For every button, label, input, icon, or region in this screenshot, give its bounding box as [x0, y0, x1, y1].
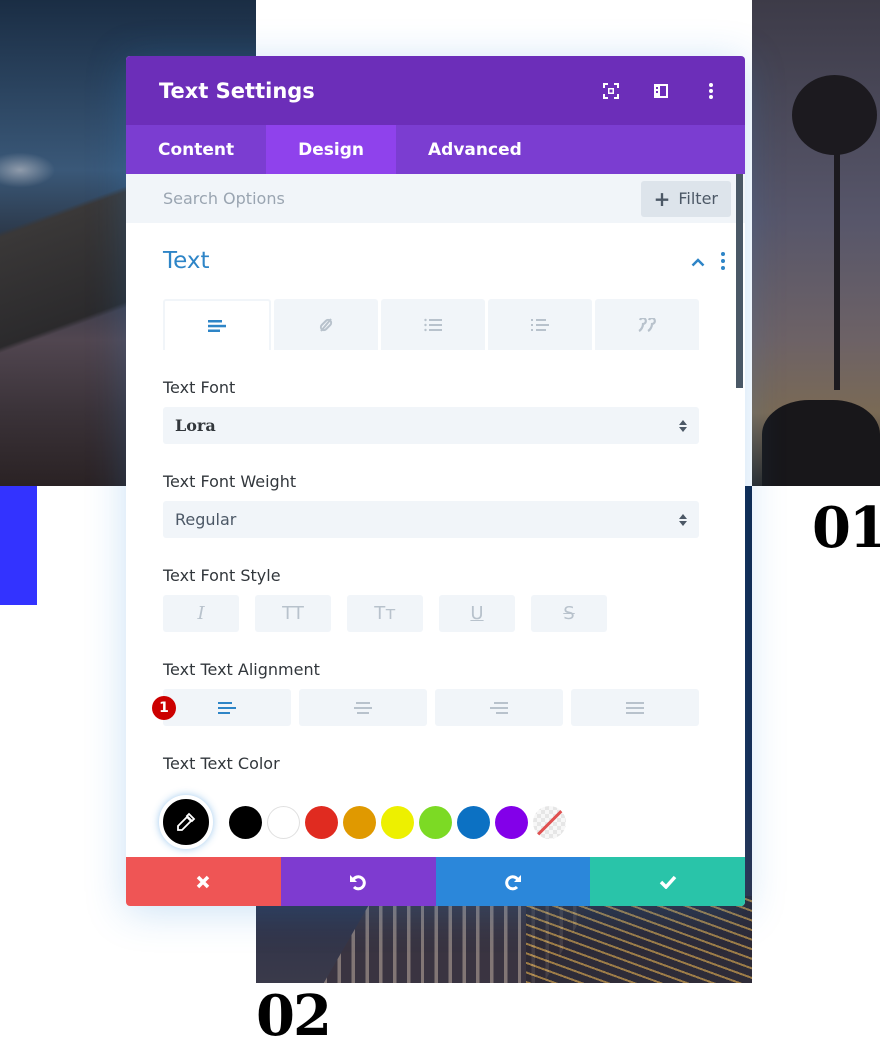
tab-design[interactable]: Design — [266, 125, 397, 174]
text-settings-modal: Text Settings Content Design Advanced + … — [126, 56, 745, 906]
subtab-text-align[interactable] — [163, 299, 271, 350]
fullscreen-icon[interactable] — [589, 69, 633, 113]
action-bar — [126, 857, 745, 906]
color-swatch-white[interactable] — [267, 805, 300, 839]
search-options-input[interactable] — [163, 189, 641, 208]
tab-bar: Content Design Advanced — [126, 125, 745, 174]
select-arrows-icon — [679, 513, 687, 526]
traffic-shape — [526, 896, 752, 983]
uppercase-icon: TT — [282, 603, 304, 624]
settings-content: Text Text Font Lora Text Font Weight Reg… — [126, 223, 745, 849]
text-alignment-label: Text Text Alignment — [163, 660, 320, 679]
align-justify-button[interactable] — [571, 689, 699, 726]
align-center-icon — [354, 701, 372, 714]
tab-content[interactable]: Content — [126, 125, 266, 174]
quote-icon — [638, 317, 656, 332]
align-left-icon — [218, 701, 236, 714]
select-arrows-icon — [679, 419, 687, 432]
align-center-button[interactable] — [299, 689, 427, 726]
text-subtabs — [163, 299, 699, 350]
text-font-weight-value: Regular — [175, 510, 237, 529]
chevron-up-icon[interactable] — [691, 252, 705, 271]
color-palette — [159, 795, 699, 849]
redo-button[interactable] — [435, 857, 591, 906]
search-row: + Filter — [126, 174, 745, 223]
bullet-list-icon — [424, 318, 442, 331]
section-more-icon[interactable] — [721, 252, 725, 270]
color-swatch-orange[interactable] — [343, 805, 376, 839]
sidebar-layout-icon[interactable] — [639, 69, 683, 113]
plus-icon: + — [653, 186, 671, 211]
link-icon — [319, 317, 333, 332]
italic-icon: I — [197, 603, 205, 624]
color-swatch-blue[interactable] — [457, 805, 490, 839]
palm-trunk — [834, 130, 840, 390]
heading-number-01: 01 — [812, 495, 880, 561]
capitalize-button[interactable]: Tт — [347, 595, 423, 632]
undo-icon — [350, 874, 366, 890]
color-swatch-black[interactable] — [229, 805, 262, 839]
color-swatch-green[interactable] — [419, 805, 452, 839]
more-vertical-icon[interactable] — [689, 69, 733, 113]
background-blue-block — [0, 486, 37, 605]
color-swatch-yellow[interactable] — [381, 805, 414, 839]
font-style-buttons: I TT Tт U S — [163, 595, 699, 632]
italic-button[interactable]: I — [163, 595, 239, 632]
underline-icon: U — [470, 603, 484, 624]
text-font-value: Lora — [175, 416, 216, 435]
close-icon — [197, 875, 210, 888]
filter-label: Filter — [678, 189, 718, 208]
subtab-link[interactable] — [274, 299, 378, 350]
color-swatch-purple[interactable] — [495, 805, 528, 839]
cancel-button[interactable] — [126, 857, 281, 906]
subtab-bullet-list[interactable] — [381, 299, 485, 350]
text-font-weight-select[interactable]: Regular — [163, 501, 699, 538]
subtab-numbered-list[interactable] — [488, 299, 592, 350]
uppercase-button[interactable]: TT — [255, 595, 331, 632]
color-swatch-none[interactable] — [533, 805, 566, 839]
filter-button[interactable]: + Filter — [640, 180, 731, 217]
section-title: Text — [163, 248, 210, 274]
redo-icon — [505, 874, 521, 890]
underline-button[interactable]: U — [439, 595, 515, 632]
subtab-quote[interactable] — [595, 299, 699, 350]
align-right-button[interactable] — [435, 689, 563, 726]
numbered-list-icon — [531, 318, 549, 331]
text-font-style-label: Text Font Style — [163, 566, 281, 585]
undo-button[interactable] — [280, 857, 436, 906]
strikethrough-icon: S — [563, 603, 575, 624]
checkmark-icon — [659, 875, 676, 889]
background-image-palm-trees — [752, 0, 880, 486]
color-picker-button[interactable] — [159, 795, 213, 849]
align-right-icon — [490, 701, 508, 714]
color-swatch-red[interactable] — [305, 805, 338, 839]
align-justify-icon — [626, 701, 644, 714]
palm-bush — [762, 400, 880, 486]
alignment-buttons: 1 — [152, 689, 699, 726]
heading-number-02: 02 — [256, 983, 332, 1049]
text-font-label: Text Font — [163, 378, 236, 397]
tab-advanced[interactable]: Advanced — [396, 125, 554, 174]
text-color-label: Text Text Color — [163, 754, 280, 773]
step-badge: 1 — [152, 696, 176, 720]
modal-title: Text Settings — [159, 78, 315, 103]
text-align-icon — [208, 319, 226, 332]
text-font-select[interactable]: Lora — [163, 407, 699, 444]
eyedropper-icon — [177, 812, 196, 831]
section-header-text[interactable]: Text — [163, 223, 725, 299]
text-font-weight-label: Text Font Weight — [163, 472, 297, 491]
modal-header: Text Settings — [126, 56, 745, 125]
capitalize-icon: Tт — [374, 603, 396, 624]
align-left-button[interactable] — [163, 689, 291, 726]
save-button[interactable] — [590, 857, 745, 906]
strikethrough-button[interactable]: S — [531, 595, 607, 632]
